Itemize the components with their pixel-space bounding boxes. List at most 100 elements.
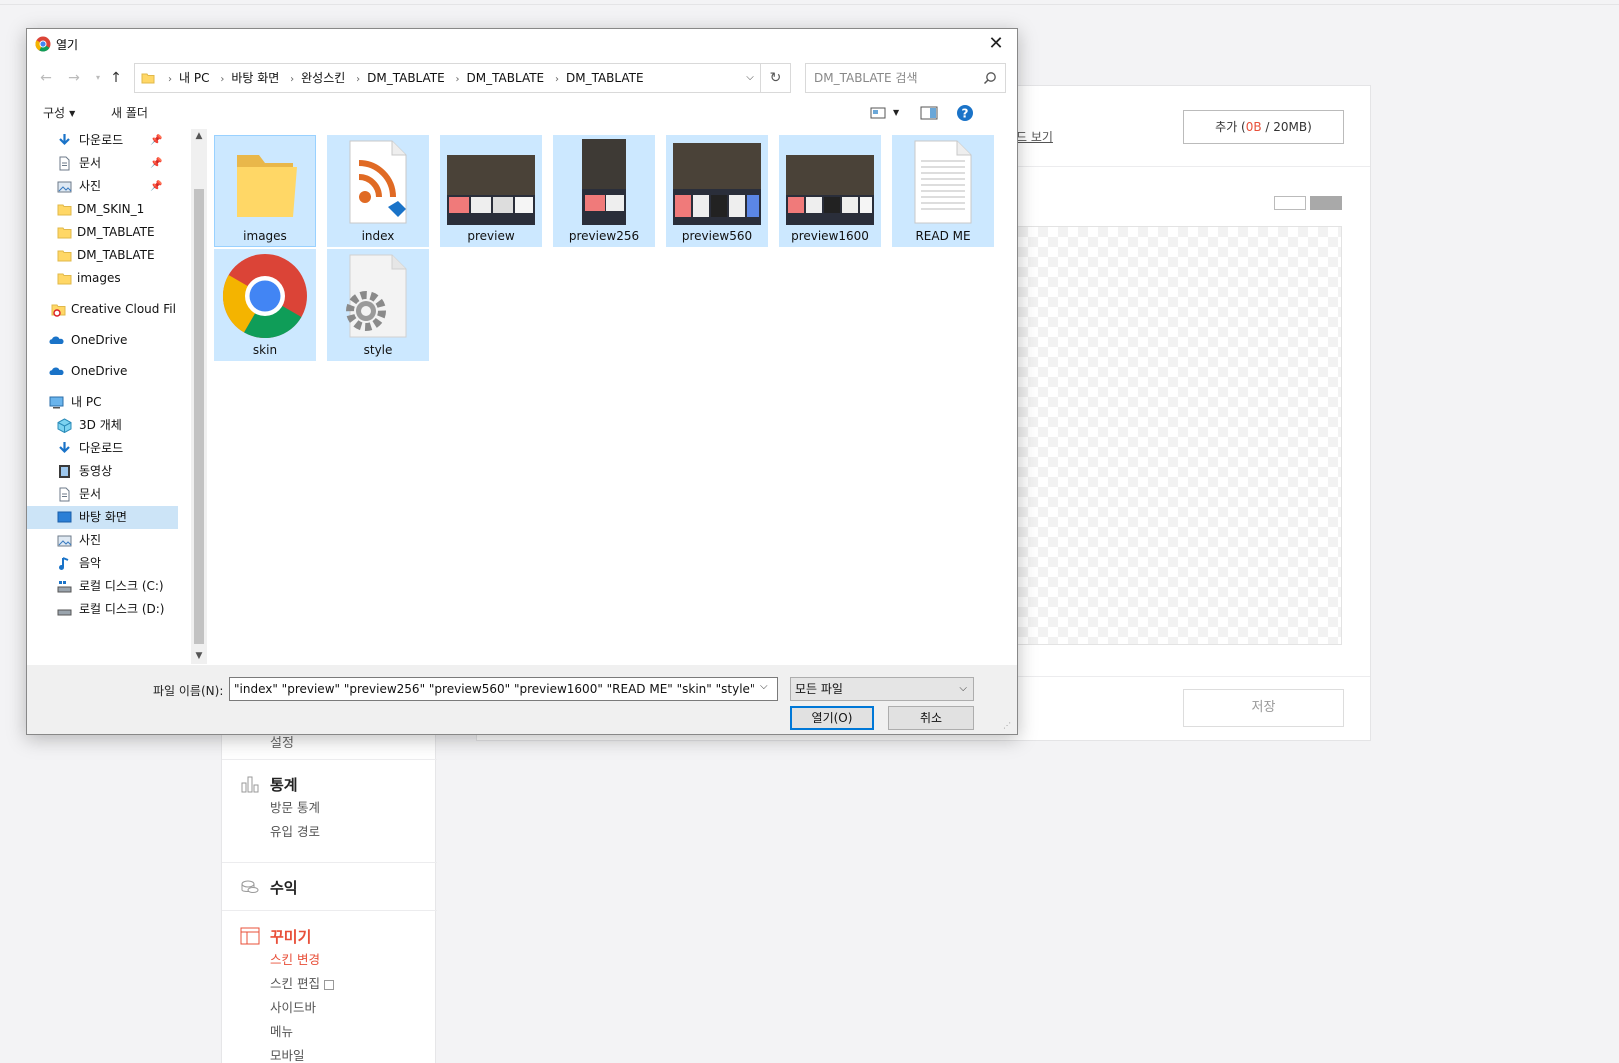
file-tile-skin[interactable]: skin [214,249,316,361]
open-button[interactable]: 열기(O) [790,706,874,730]
breadcrumb-item[interactable]: 내 PC [179,71,209,85]
chrome-icon [222,254,307,339]
sidebar-heading[interactable]: 통계 [222,772,437,796]
nav-scrollbar[interactable]: ▲ ▼ [191,129,207,664]
back-arrow-icon[interactable]: ← [37,68,55,88]
nav-item-downloads-quick[interactable]: 다운로드 📌 [27,129,178,152]
nav-item-3d-objects[interactable]: 3D 개체 [27,414,178,437]
nav-item-documents-quick[interactable]: 문서 📌 [27,152,178,175]
file-tile-images[interactable]: images [214,135,316,247]
nav-item-dm-skin-1[interactable]: DM_SKIN_1 [27,198,178,221]
sidebar-divider [222,910,437,911]
file-name: preview256 [568,229,640,243]
forward-arrow-icon[interactable]: → [65,68,83,88]
open-file-dialog: 열기 ✕ ← → ▾ ↑ › 내 PC › 바탕 화면 › 완성스킨 › DM_TABL… [26,28,1018,735]
file-tile-preview[interactable]: preview [440,135,542,247]
add-file-button[interactable]: 추가 (0B / 20MB) [1183,110,1344,144]
chevron-down-icon[interactable]: ⌵ [760,681,768,692]
breadcrumb-item[interactable]: DM_TABLATE [566,71,644,85]
nav-item-drive-d[interactable]: 로컬 디스크 (D:) [27,598,178,621]
bg-white-toggle[interactable] [1274,196,1306,210]
sidebar-item-skin-edit[interactable]: 스킨 편집 [222,972,437,996]
filename-input[interactable] [234,681,754,697]
nav-item-pictures[interactable]: 사진 [27,529,178,552]
sidebar-item-visit-stats[interactable]: 방문 통계 [222,796,437,820]
file-tile-preview1600[interactable]: preview1600 [779,135,881,247]
nav-item-onedrive[interactable]: OneDrive [27,329,178,352]
save-button[interactable]: 저장 [1183,689,1344,727]
nav-item-documents[interactable]: 문서 [27,483,178,506]
search-input[interactable] [814,69,974,87]
preview-pane-icon[interactable] [920,104,938,122]
cancel-button[interactable]: 취소 [888,706,974,730]
scroll-up-icon[interactable]: ▲ [194,131,204,141]
nav-item-label: 음악 [79,556,102,570]
search-icon[interactable] [983,71,997,85]
file-name: index [361,229,395,243]
guide-link[interactable]: 드 보기 [1016,128,1053,145]
sidebar-item-referrers[interactable]: 유입 경로 [222,820,437,844]
nav-item-label: 동영상 [79,464,113,478]
address-bar[interactable]: › 내 PC › 바탕 화면 › 완성스킨 › DM_TABLATE › DM_TABLA… [134,63,761,93]
sidebar-divider [222,759,437,760]
navigation-pane: 다운로드 📌 문서 📌 사진 📌 DM_SKIN_1 DM_TABLATE DM… [27,129,178,664]
nav-item-dm-tablate[interactable]: DM_TABLATE [27,244,178,267]
view-options-icon[interactable] [870,104,886,122]
sidebar-item-skin-change[interactable]: 스킨 변경 [222,948,437,972]
sidebar-item-menu[interactable]: 메뉴 [222,1020,437,1044]
help-icon[interactable]: ? [956,104,974,122]
breadcrumb-item[interactable]: DM_TABLATE [467,71,545,85]
nav-item-drive-c[interactable]: 로컬 디스크 (C:) [27,575,178,598]
scroll-down-icon[interactable]: ▼ [194,651,204,661]
svg-text:?: ? [962,107,969,121]
breadcrumb-item[interactable]: 바탕 화면 [231,71,279,85]
resize-grip-icon[interactable]: ⋰ [1003,721,1011,730]
folder-icon [57,273,72,285]
chevron-right-icon: › [290,74,295,85]
breadcrumb: › 내 PC › 바탕 화면 › 완성스킨 › DM_TABLATE › DM_TABLA… [161,64,644,92]
file-tile-style[interactable]: style [327,249,429,361]
add-button-label: 추가 ( [1215,120,1246,134]
breadcrumb-item[interactable]: DM_TABLATE [367,71,445,85]
bg-gray-toggle[interactable] [1310,196,1342,210]
file-tile-preview256[interactable]: preview256 [553,135,655,247]
filetype-select[interactable]: 모든 파일 ⌵ [790,677,974,701]
nav-item-pictures-quick[interactable]: 사진 📌 [27,175,178,198]
file-tile-readme[interactable]: READ ME [892,135,994,247]
nav-item-music[interactable]: 음악 [27,552,178,575]
filename-combobox[interactable]: ⌵ [229,677,778,701]
nav-item-creative-cloud[interactable]: Creative Cloud Fil [27,298,178,321]
sidebar-heading[interactable]: 수익 [222,875,437,899]
refresh-icon[interactable]: ↻ [761,63,791,93]
preview-area [1007,226,1342,645]
nav-item-downloads[interactable]: 다운로드 [27,437,178,460]
chevron-down-icon[interactable]: ⌵ [741,64,759,92]
up-arrow-icon[interactable]: ↑ [107,68,125,88]
nav-item-onedrive[interactable]: OneDrive [27,360,178,383]
file-tile-index[interactable]: index [327,135,429,247]
file-tile-preview560[interactable]: preview560 [666,135,768,247]
sidebar-item-label: 스킨 편집 [270,976,320,991]
nav-item-dm-tablate[interactable]: DM_TABLATE [27,221,178,244]
recent-dropdown-icon[interactable]: ▾ [89,68,107,88]
nav-item-label: 사진 [79,179,102,193]
pc-icon [49,396,64,409]
new-folder-button[interactable]: 새 폴더 [111,104,148,121]
scrollbar-thumb[interactable] [194,189,204,644]
sidebar-heading[interactable]: 꾸미기 [222,924,437,948]
view-dropdown-icon[interactable]: ▼ [893,108,899,117]
nav-item-videos[interactable]: 동영상 [27,460,178,483]
nav-item-this-pc[interactable]: 내 PC [27,391,178,414]
sidebar-item-mobile[interactable]: 모바일 [222,1044,437,1063]
sidebar-item-sidebar[interactable]: 사이드바 [222,996,437,1020]
breadcrumb-item[interactable]: 완성스킨 [301,71,345,85]
nav-item-desktop[interactable]: 바탕 화면 [27,506,178,529]
close-icon[interactable]: ✕ [985,33,1007,55]
file-name: style [363,343,393,357]
dialog-titlebar[interactable]: 열기 ✕ [27,29,1017,59]
file-name: READ ME [915,229,971,243]
nav-item-label: 3D 개체 [79,418,122,432]
organize-menu[interactable]: 구성 ▼ [43,104,75,121]
nav-item-images[interactable]: images [27,267,178,290]
gear-file-icon [346,254,407,338]
